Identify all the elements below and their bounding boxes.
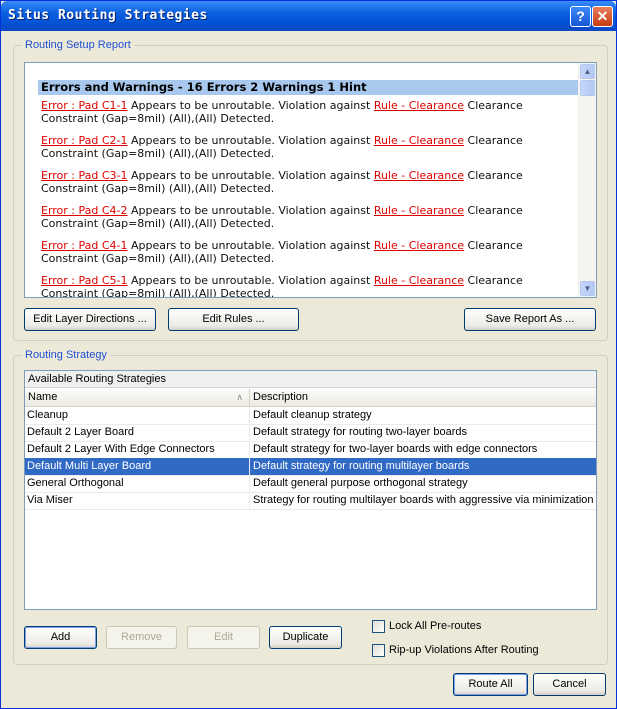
- save-report-button[interactable]: Save Report As ...: [464, 308, 596, 331]
- report-group-legend: Routing Setup Report: [25, 39, 131, 51]
- remove-button[interactable]: Remove: [106, 626, 177, 649]
- strategies-grid[interactable]: Available Routing Strategies Name ∧ Desc…: [24, 370, 597, 610]
- error-link[interactable]: Error : Pad C1-1: [41, 99, 128, 112]
- error-link[interactable]: Error : Pad C4-2: [41, 204, 128, 217]
- entry-message: Appears to be unroutable. Violation agai…: [127, 274, 374, 287]
- strategy-name-cell: Default 2 Layer With Edge Connectors: [25, 441, 250, 458]
- error-link[interactable]: Error : Pad C4-1: [41, 239, 128, 252]
- strategy-description-cell: Default strategy for routing multilayer …: [253, 460, 470, 472]
- dialog-window: Situs Routing Strategies ? ✕ Routing Set…: [0, 0, 617, 709]
- edit-layer-directions-button[interactable]: Edit Layer Directions ...: [24, 308, 156, 331]
- rule-link[interactable]: Rule - Clearance: [374, 169, 464, 182]
- report-scrollbar[interactable]: ▲ ▼: [578, 63, 596, 297]
- strategy-description-cell: Default strategy for routing two-layer b…: [253, 426, 467, 438]
- error-link[interactable]: Error : Pad C3-1: [41, 169, 128, 182]
- rule-link[interactable]: Rule - Clearance: [374, 99, 464, 112]
- strategy-name-cell: Via Miser: [25, 492, 250, 509]
- entry-message: Appears to be unroutable. Violation agai…: [127, 239, 374, 252]
- error-link[interactable]: Error : Pad C5-1: [41, 274, 128, 287]
- edit-button[interactable]: Edit: [187, 626, 260, 649]
- strategy-name-cell: Default Multi Layer Board: [25, 458, 250, 475]
- strategy-row[interactable]: Via Miser Strategy for routing multilayer…: [25, 492, 596, 510]
- scroll-up-icon[interactable]: ▲: [580, 64, 595, 79]
- route-all-button[interactable]: Route All: [453, 673, 528, 696]
- scroll-down-icon[interactable]: ▼: [580, 281, 595, 296]
- cancel-button[interactable]: Cancel: [533, 673, 606, 696]
- report-entry: Error : Pad C5-1 Appears to be unroutabl…: [41, 274, 580, 297]
- strategy-description-cell: Default general purpose orthogonal strat…: [253, 477, 468, 489]
- error-link[interactable]: Error : Pad C2-1: [41, 134, 128, 147]
- report-entry: Error : Pad C3-1 Appears to be unroutabl…: [41, 169, 580, 195]
- ripup-violations-label: Rip-up Violations After Routing: [389, 644, 539, 656]
- report-entry: Error : Pad C4-2 Appears to be unroutabl…: [41, 204, 580, 230]
- report-entry: Error : Pad C1-1 Appears to be unroutabl…: [41, 99, 580, 125]
- strategy-description-cell: Default cleanup strategy: [253, 409, 372, 421]
- strategy-name-cell: Cleanup: [25, 407, 250, 424]
- window-title: Situs Routing Strategies: [8, 8, 208, 23]
- grid-header: Name ∧ Description: [25, 389, 596, 407]
- grid-caption: Available Routing Strategies: [25, 371, 596, 388]
- strategy-name-cell: General Orthogonal: [25, 475, 250, 492]
- strategy-row[interactable]: Default 2 Layer Board Default strategy fo…: [25, 424, 596, 442]
- rule-link[interactable]: Rule - Clearance: [374, 274, 464, 287]
- ripup-violations-checkbox[interactable]: [372, 644, 385, 657]
- strategy-description-cell: Strategy for routing multilayer boards w…: [253, 494, 594, 506]
- entry-message: Appears to be unroutable. Violation agai…: [127, 169, 374, 182]
- report-content: Errors and Warnings - 16 Errors 2 Warnin…: [38, 80, 580, 297]
- title-bar[interactable]: Situs Routing Strategies ? ✕: [1, 1, 616, 31]
- report-entry: Error : Pad C2-1 Appears to be unroutabl…: [41, 134, 580, 160]
- help-button[interactable]: ?: [570, 6, 591, 27]
- entry-message: Appears to be unroutable. Violation agai…: [127, 204, 374, 217]
- strategy-row[interactable]: Default 2 Layer With Edge Connectors Defa…: [25, 441, 596, 459]
- entry-message: Appears to be unroutable. Violation agai…: [127, 134, 374, 147]
- close-button[interactable]: ✕: [592, 6, 613, 27]
- strategy-row[interactable]: Cleanup Default cleanup strategy: [25, 407, 596, 425]
- report-header: Errors and Warnings - 16 Errors 2 Warnin…: [38, 80, 580, 95]
- column-header-description[interactable]: Description: [250, 389, 596, 406]
- duplicate-button[interactable]: Duplicate: [269, 626, 342, 649]
- lock-preroutes-label: Lock All Pre-routes: [389, 620, 482, 632]
- scroll-thumb[interactable]: [580, 80, 595, 96]
- edit-rules-button[interactable]: Edit Rules ...: [168, 308, 299, 331]
- rule-link[interactable]: Rule - Clearance: [374, 134, 464, 147]
- report-pane[interactable]: Errors and Warnings - 16 Errors 2 Warnin…: [24, 62, 597, 298]
- strategy-name-cell: Default 2 Layer Board: [25, 424, 250, 441]
- lock-preroutes-checkbox[interactable]: [372, 620, 385, 633]
- column-header-name[interactable]: Name ∧: [25, 389, 250, 406]
- add-button[interactable]: Add: [24, 626, 97, 649]
- entry-message: Appears to be unroutable. Violation agai…: [127, 99, 374, 112]
- strategy-row[interactable]: General Orthogonal Default general purpos…: [25, 475, 596, 493]
- strategy-description-cell: Default strategy for two-layer boards wi…: [253, 443, 538, 455]
- rule-link[interactable]: Rule - Clearance: [374, 239, 464, 252]
- rule-link[interactable]: Rule - Clearance: [374, 204, 464, 217]
- sort-ascending-icon: ∧: [236, 392, 243, 402]
- strategy-row[interactable]: Default Multi Layer Board Default strateg…: [25, 458, 596, 476]
- report-entry: Error : Pad C4-1 Appears to be unroutabl…: [41, 239, 580, 265]
- strategy-group-legend: Routing Strategy: [25, 349, 107, 361]
- column-header-name-label: Name: [28, 391, 58, 403]
